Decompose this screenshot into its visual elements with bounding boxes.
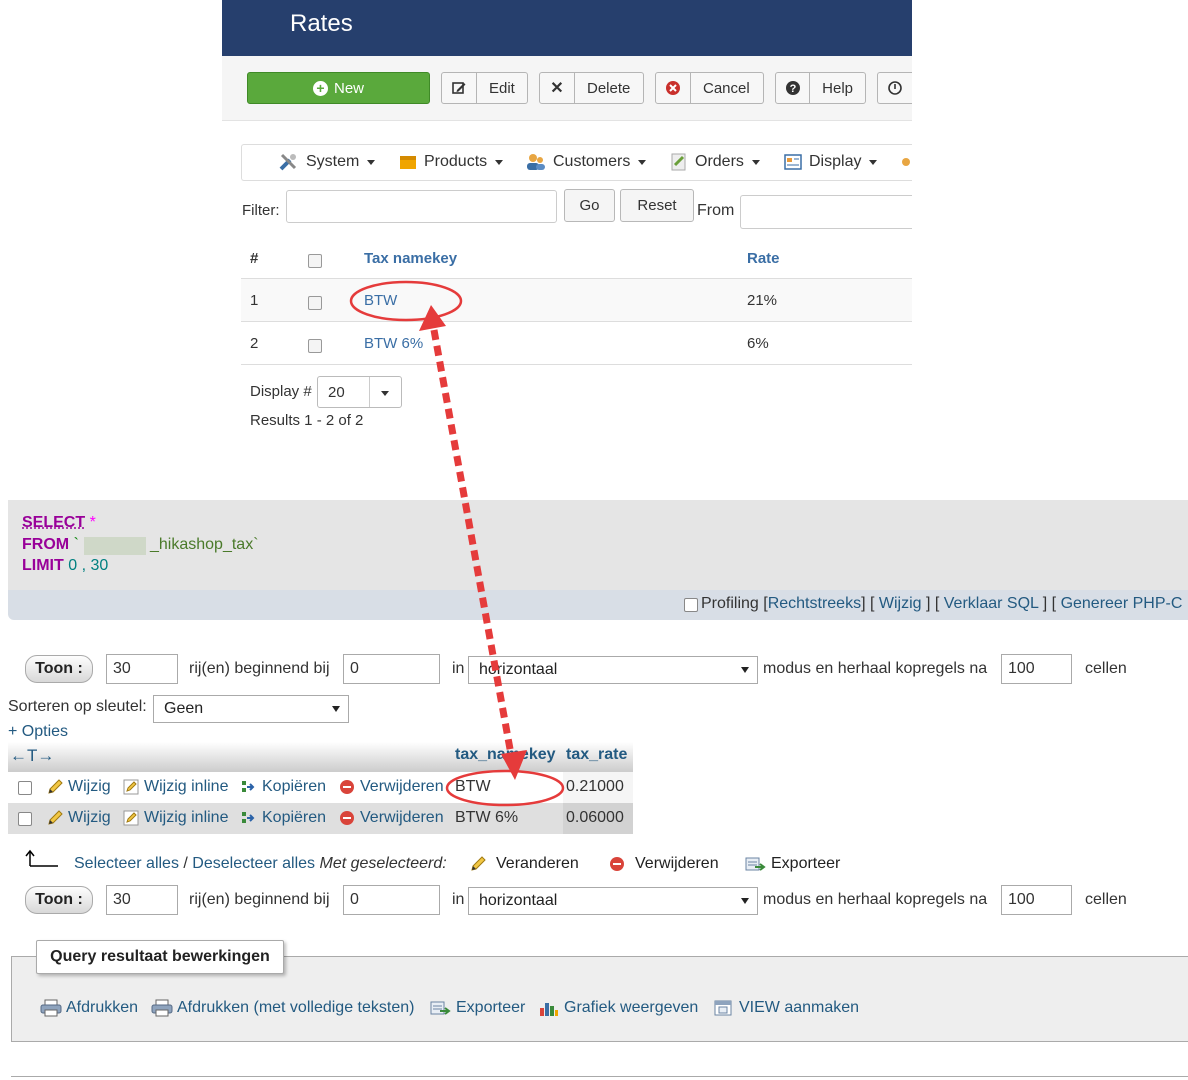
dashed-connector bbox=[430, 329, 516, 761]
annotation-overlay bbox=[349, 280, 565, 807]
highlight-ellipse-top bbox=[349, 280, 463, 322]
arrowhead-down-icon bbox=[501, 750, 527, 780]
highlight-ellipse-bottom bbox=[445, 769, 565, 807]
